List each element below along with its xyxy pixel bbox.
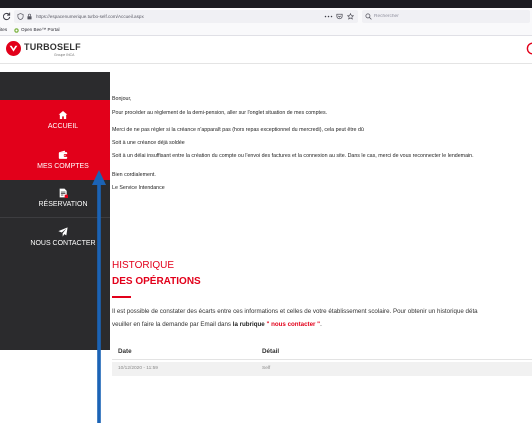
- sidebar-item-label: MES COMPTES: [37, 162, 89, 170]
- shield-icon[interactable]: [17, 13, 24, 20]
- bookmark-partial-label[interactable]: ites: [0, 25, 7, 35]
- home-icon: [58, 110, 68, 120]
- card-icon: [58, 150, 68, 160]
- sidebar-item-label: ACCUEIL: [47, 122, 79, 130]
- history-request-rubrique: la rubrique: [232, 321, 267, 328]
- open-bee-favicon-icon: [14, 27, 19, 33]
- annotation-arrow: [91, 170, 107, 423]
- logout-icon[interactable]: [526, 42, 532, 55]
- main-content: Bonjour, Pour procéder au règlement de l…: [110, 64, 532, 423]
- table-cell-detail: Self: [262, 366, 271, 371]
- brand-subtitle: Groupe INCA: [54, 52, 75, 57]
- table-header-date: Date: [118, 348, 132, 355]
- message-line: Soit à un délai insuffisant entre la cré…: [112, 152, 474, 159]
- history-request-prefix: veuiller en faire la demande par Email d…: [112, 321, 233, 328]
- address-bar[interactable]: https://espacenumerique.turbo-self.com/A…: [14, 10, 358, 23]
- page-actions-icon[interactable]: [324, 14, 333, 19]
- table-header-detail: Détail: [262, 348, 280, 355]
- browser-toolbar: https://espacenumerique.turbo-self.com/A…: [0, 8, 532, 25]
- sidebar-item-label: RÉSERVATION: [38, 201, 88, 208]
- brand-name: TURBOSELF: [24, 42, 81, 52]
- bookmark-open-bee-portal[interactable]: Open Bee™ Portal: [21, 25, 60, 35]
- app-header: TURBOSELF Groupe INCA: [0, 36, 532, 64]
- message-signature: Le Service Intendance: [112, 184, 165, 191]
- pocket-icon[interactable]: [336, 13, 343, 20]
- message-greeting: Bonjour,: [112, 95, 132, 102]
- search-icon: [365, 13, 372, 20]
- history-title-bold: DES OPÉRATIONS: [112, 276, 201, 287]
- table-row[interactable]: 10/12/2020 - 11:59 Self: [112, 362, 532, 376]
- browser-tab-strip: [0, 0, 532, 8]
- notification-badge: [64, 194, 68, 198]
- url-text: https://espacenumerique.turbo-self.com/A…: [36, 14, 144, 19]
- document-icon: [58, 188, 68, 198]
- history-request-text: veuiller en faire la demande par Email d…: [112, 321, 532, 329]
- bookmarks-bar: ites Open Bee™ Portal: [0, 25, 532, 36]
- send-icon: [58, 226, 68, 237]
- message-line: Pour procéder au règlement de la demi-pe…: [112, 109, 328, 116]
- screen: https://espacenumerique.turbo-self.com/A…: [0, 0, 532, 423]
- history-request-suffix: .: [320, 321, 322, 328]
- message-closing: Bien cordialement.: [112, 171, 156, 178]
- browser-search-box[interactable]: [362, 10, 530, 23]
- table-cell-date: 10/12/2020 - 11:59: [118, 366, 158, 371]
- message-line: Merci de ne pas régler si la créance n'a…: [112, 126, 364, 133]
- reload-icon[interactable]: [2, 12, 11, 21]
- message-line: Soit à une créance déjà soldée: [112, 139, 185, 146]
- table-header-divider: [112, 359, 532, 360]
- sidebar-item-accueil[interactable]: ACCUEIL: [0, 100, 110, 140]
- history-title-underline: [112, 296, 131, 298]
- history-title-light: HISTORIQUE: [112, 260, 175, 271]
- bookmark-star-icon[interactable]: [347, 13, 354, 20]
- search-input[interactable]: [374, 10, 524, 23]
- lock-icon[interactable]: [26, 13, 33, 20]
- turboself-logo[interactable]: [6, 41, 21, 56]
- history-intro-text: Il est possible de constater des écarts …: [112, 308, 478, 315]
- contact-reference: " nous contacter ": [266, 321, 321, 328]
- sidebar-item-label: NOUS CONTACTER: [30, 239, 96, 247]
